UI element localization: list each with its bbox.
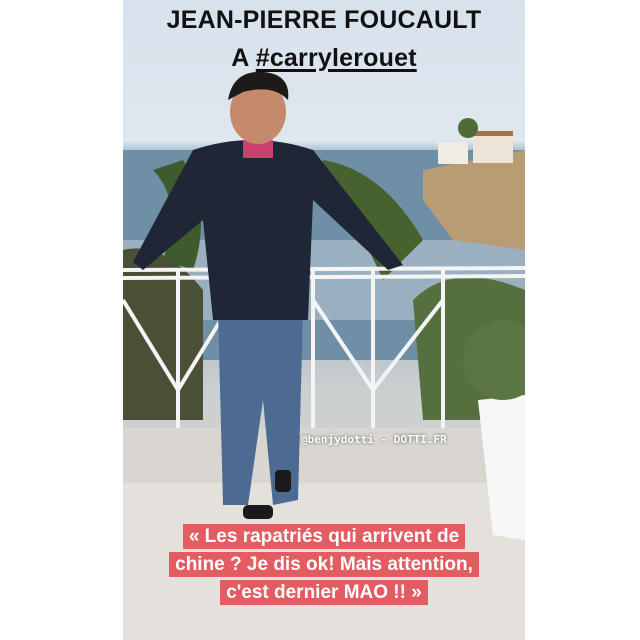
villa (438, 142, 468, 164)
headline-name: JEAN-PIERRE FOUCAULT (166, 6, 482, 34)
quote-line: c'est dernier MAO !! » (220, 580, 428, 605)
villa (473, 135, 513, 163)
quote-line: « Les rapatriés qui arrivent de (182, 524, 466, 549)
man-shoe (275, 470, 291, 492)
story-frame: JEAN-PIERRE FOUCAULT A #carrylerouet @be… (123, 0, 525, 640)
hashtag-link[interactable]: #carrylerouet (256, 44, 417, 72)
headline-location: A #carrylerouet (123, 44, 525, 73)
villa-roof (473, 131, 513, 136)
tree (458, 118, 478, 138)
photo-credit: @benjydotti - DOTTI.FR (301, 433, 447, 446)
man-shoe (243, 505, 273, 519)
quote-caption: « Les rapatriés qui arrivent de chine ? … (141, 523, 507, 607)
headline-prefix: A (231, 44, 256, 72)
quote-line: chine ? Je dis ok! Mais attention, (169, 552, 479, 577)
